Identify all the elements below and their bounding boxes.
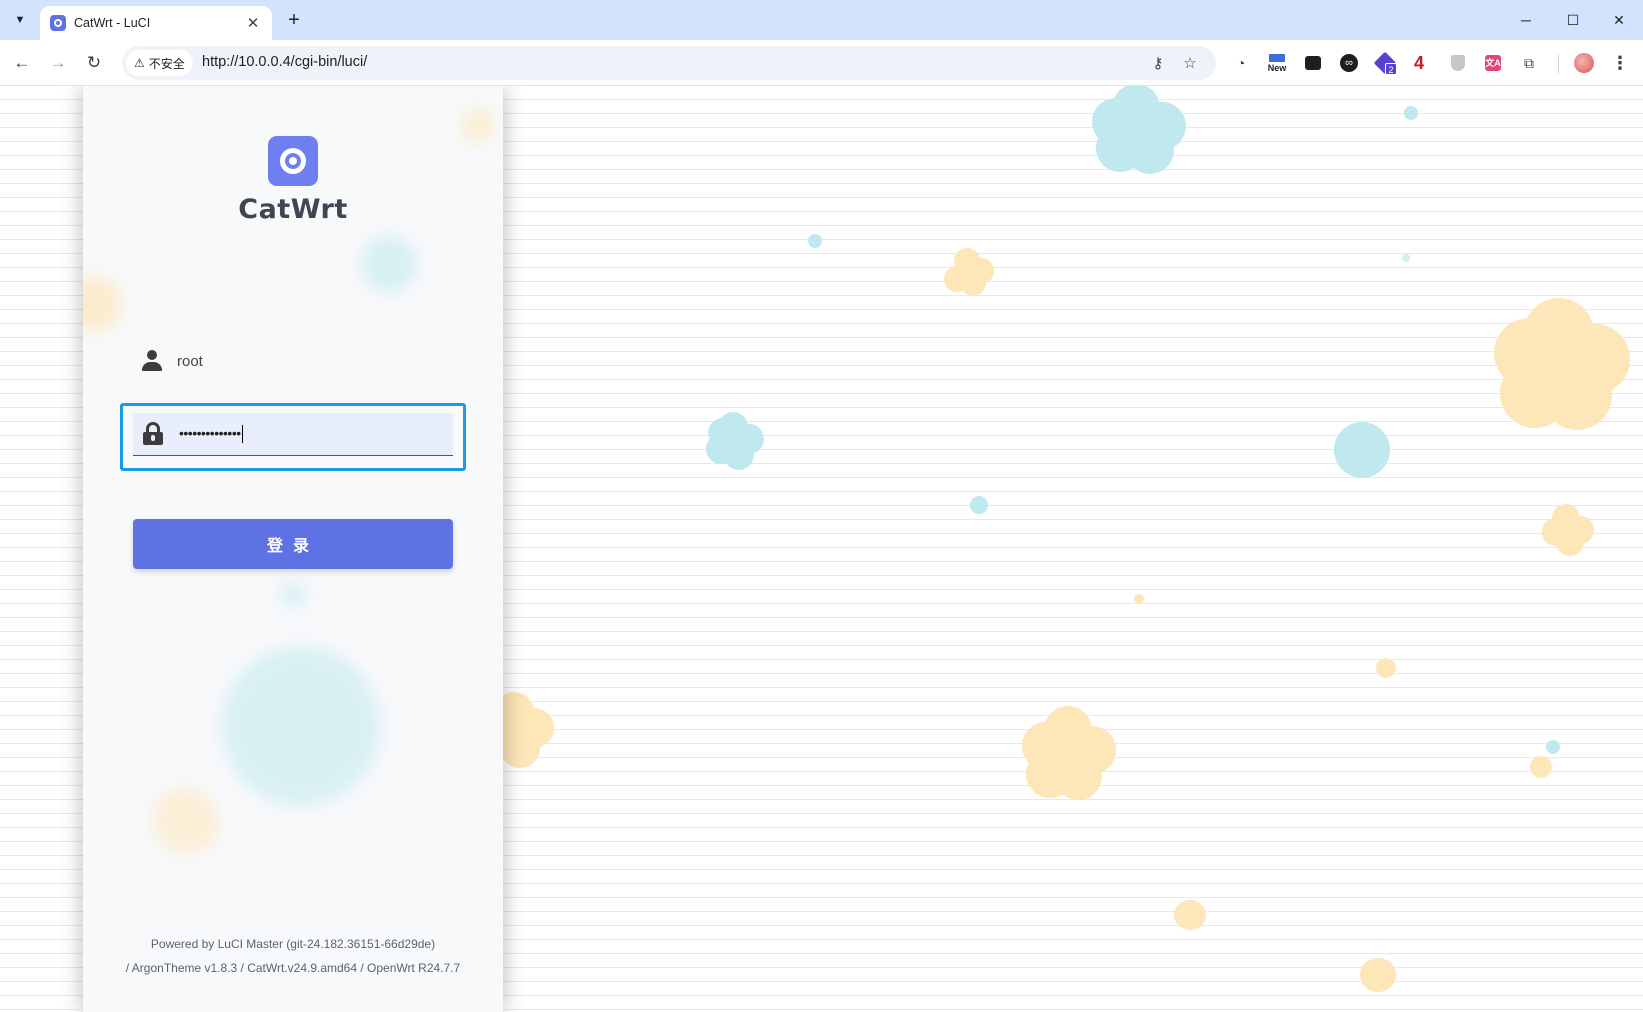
translate-icon-graphic: 文A <box>1485 55 1501 71</box>
key-icon[interactable]: ⚷ <box>1146 51 1170 75</box>
new-extension-label: New <box>1267 62 1287 73</box>
blue-dot-decoration <box>970 496 988 514</box>
security-label: 不安全 <box>148 56 185 71</box>
yellow-dot-decoration <box>1174 900 1206 930</box>
toolbar-separator <box>1558 55 1559 73</box>
yellow-flower-decoration <box>1542 504 1594 556</box>
reload-icon[interactable]: ↻ <box>82 51 106 75</box>
back-arrow-icon[interactable]: ← <box>10 51 34 75</box>
maximize-icon[interactable]: ☐ <box>1561 8 1585 32</box>
blue-flower-decoration <box>706 412 764 470</box>
close-window-icon[interactable]: ✕ <box>1607 8 1631 32</box>
panel-blur-decoration <box>83 276 121 332</box>
brand-title: CatWrt <box>238 194 348 225</box>
yellow-dot-decoration <box>1360 958 1396 992</box>
address-bar[interactable]: ⚠ 不安全 http://10.0.0.4/cgi-bin/luci/ ⚷ ☆ <box>122 46 1216 80</box>
minimize-icon[interactable]: ─ <box>1514 8 1538 32</box>
puzzle-extensions-icon[interactable]: ⧉ <box>1517 51 1541 75</box>
security-chip[interactable]: ⚠ 不安全 <box>126 50 193 76</box>
tab-search-chevron-icon[interactable]: ▼ <box>8 8 32 32</box>
password-value[interactable]: •••••••••••••• <box>179 424 244 444</box>
extension-count-badge[interactable]: 4 <box>1407 51 1431 75</box>
url-text[interactable]: http://10.0.0.4/cgi-bin/luci/ <box>202 54 367 70</box>
translate-extension-icon[interactable]: 文A <box>1481 51 1505 75</box>
username-value[interactable]: root <box>177 353 203 370</box>
purple-extension-icon[interactable]: 2 <box>1373 51 1397 75</box>
footer: Powered by LuCI Master (git-24.182.36151… <box>83 932 503 980</box>
browser-toolbar: ← → ↻ ⚠ 不安全 http://10.0.0.4/cgi-bin/luci… <box>0 40 1643 86</box>
bookmark-star-icon[interactable]: ☆ <box>1178 51 1202 75</box>
blue-dot-decoration <box>1404 106 1418 120</box>
login-panel: CatWrt root •••••••••••••• 登录 Powered by… <box>83 86 503 1012</box>
lock-icon <box>143 422 165 446</box>
browser-tab-active[interactable]: CatWrt - LuCI ✕ <box>40 6 272 40</box>
footer-versions: / ArgonTheme v1.8.3 / CatWrt.v24.9.amd64… <box>125 961 461 975</box>
speedometer-icon[interactable]: ◔ <box>1229 51 1253 75</box>
yellow-dot-decoration <box>1134 594 1144 604</box>
purple-extension-badge: 2 <box>1385 63 1397 75</box>
text-caret <box>241 425 244 444</box>
yellow-flower-decoration <box>1022 706 1116 800</box>
tab-close-icon[interactable]: ✕ <box>244 14 262 32</box>
password-mask: •••••••••••••• <box>179 424 241 441</box>
warning-icon: ⚠ <box>134 56 145 70</box>
blue-dot-decoration <box>1546 740 1560 754</box>
film-icon-graphic <box>1305 56 1321 70</box>
username-field[interactable]: root <box>133 341 453 381</box>
blue-flower-decoration <box>1092 86 1188 180</box>
yellow-dot-decoration <box>1530 756 1552 778</box>
film-extension-icon[interactable] <box>1301 51 1325 75</box>
yellow-flower-decoration <box>1494 298 1630 434</box>
panel-blur-decoration <box>153 788 219 854</box>
password-field[interactable]: •••••••••••••• <box>133 413 453 456</box>
more-menu-icon[interactable]: ⋮ <box>1608 51 1632 75</box>
yellow-dot-decoration <box>1376 658 1396 678</box>
panel-blur-decoration <box>221 646 381 806</box>
panel-blur-decoration <box>461 108 495 142</box>
footer-powered-by: Powered by LuCI Master (git-24.182.36151… <box>150 937 436 951</box>
panel-blur-decoration <box>361 236 417 292</box>
panel-blur-decoration <box>279 580 307 608</box>
shield-icon-graphic <box>1451 55 1465 71</box>
tab-title: CatWrt - LuCI <box>74 16 151 30</box>
infinity-extension-icon[interactable]: ∞ <box>1337 51 1361 75</box>
forward-arrow-icon[interactable]: → <box>46 51 70 75</box>
login-button[interactable]: 登录 <box>133 519 453 569</box>
blue-dot-decoration <box>1402 254 1410 262</box>
avatar-image <box>1574 53 1594 73</box>
new-extension-icon[interactable]: New <box>1265 51 1289 75</box>
browser-tabstrip: ▼ CatWrt - LuCI ✕ + ─ ☐ ✕ <box>0 0 1643 40</box>
new-tab-button[interactable]: + <box>282 8 306 32</box>
tab-favicon-icon <box>50 15 66 31</box>
user-icon <box>141 350 163 372</box>
yellow-flower-decoration <box>944 248 994 298</box>
blue-dot-decoration <box>808 234 822 248</box>
page-viewport: CatWrt root •••••••••••••• 登录 Powered by… <box>0 86 1643 1012</box>
profile-avatar[interactable] <box>1572 51 1596 75</box>
blue-circle-decoration <box>1334 422 1390 478</box>
new-extension-icon-graphic <box>1269 53 1285 62</box>
catwrt-logo-icon <box>268 136 318 186</box>
infinity-icon-graphic: ∞ <box>1340 54 1358 72</box>
shield-extension-icon[interactable] <box>1446 51 1470 75</box>
location-pin-icon <box>280 148 306 174</box>
